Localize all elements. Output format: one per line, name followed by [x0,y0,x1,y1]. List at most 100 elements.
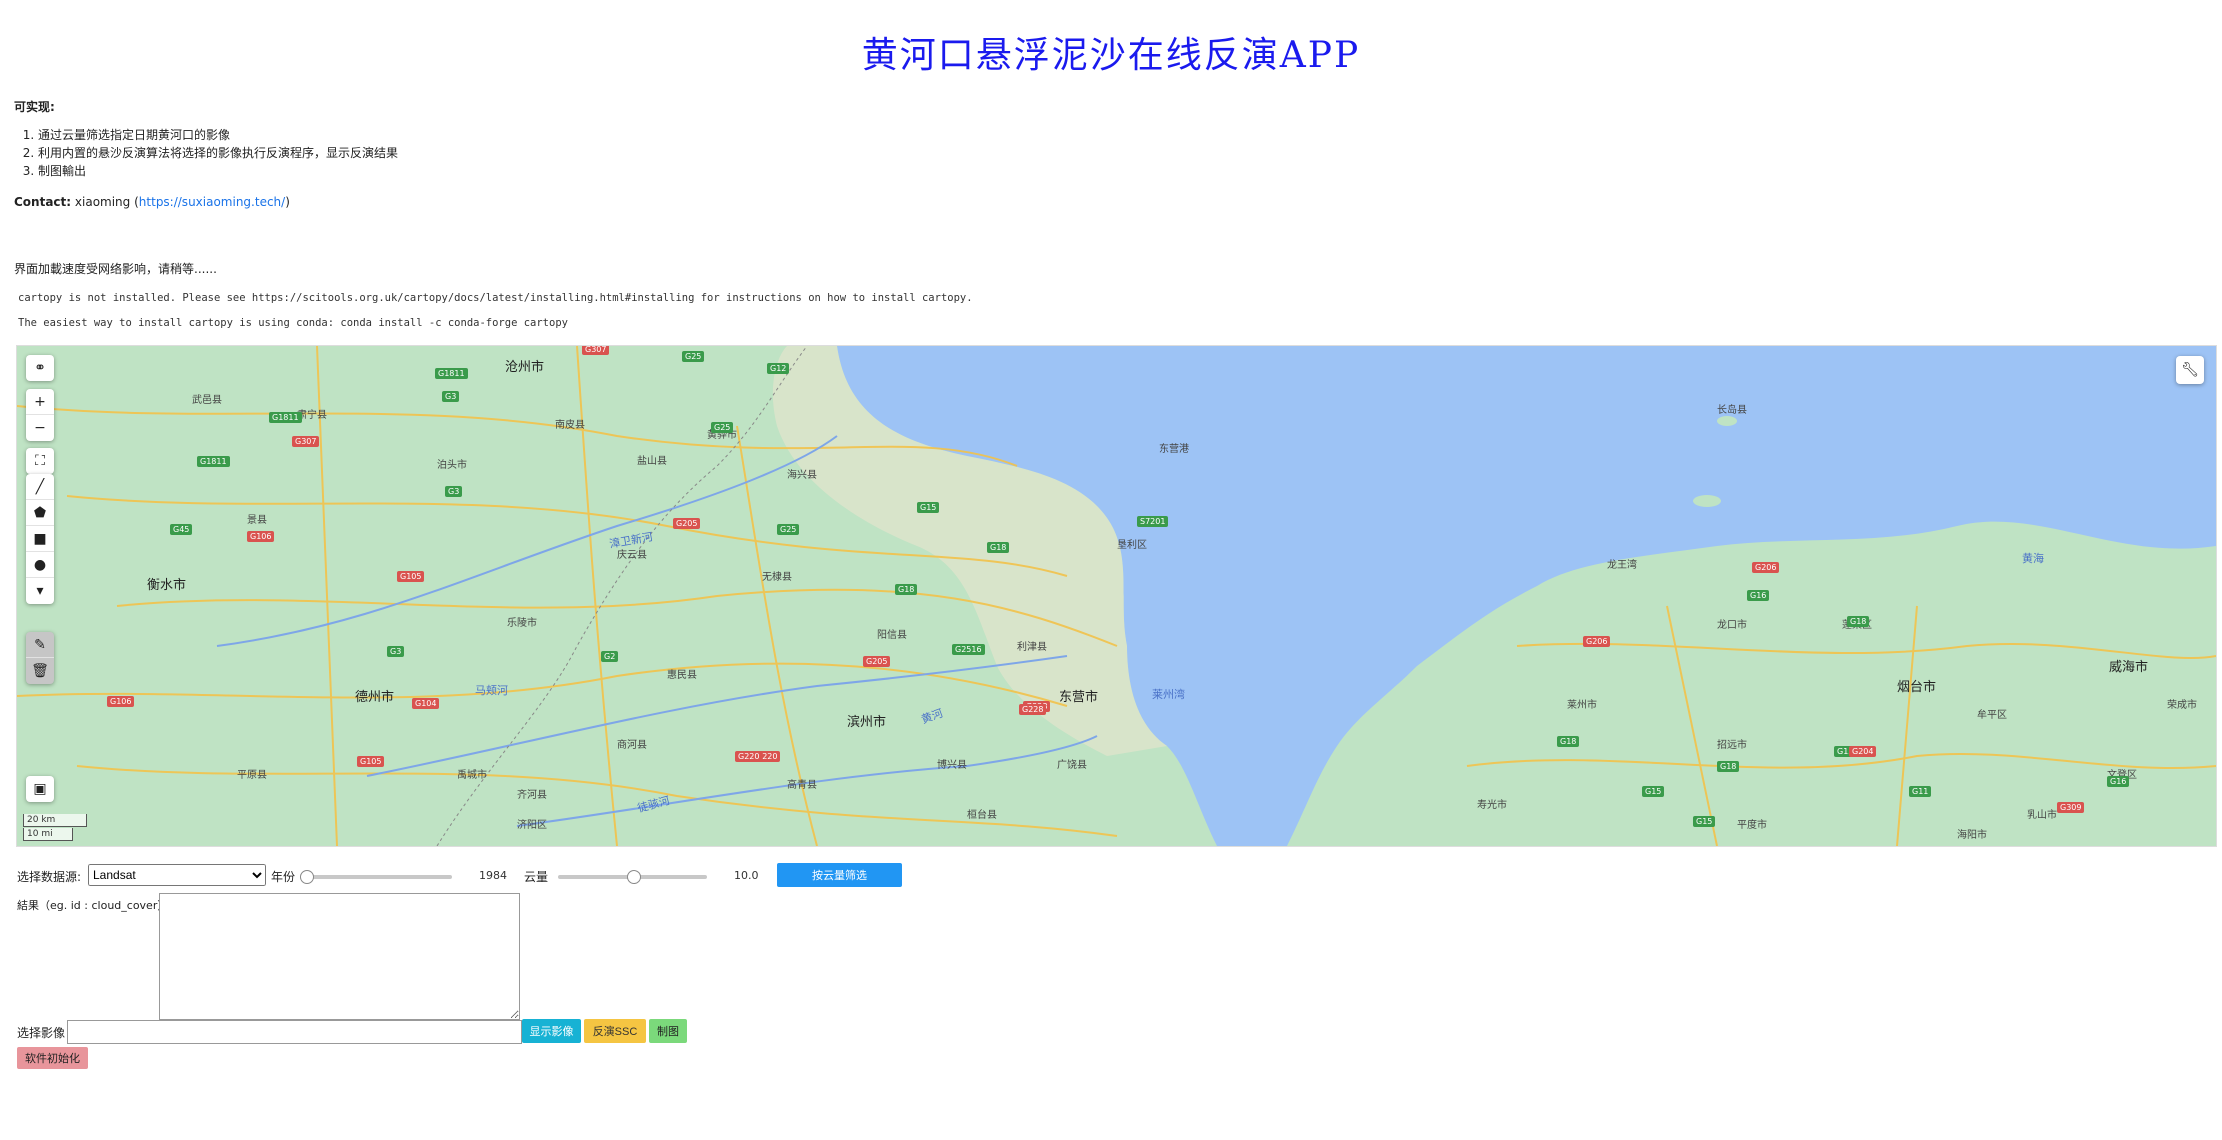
place-label: 南皮县 [555,420,585,431]
highway-shield: G18 [987,542,1010,553]
scale-bar-km: 20 km [23,814,87,827]
cartopy-install-hint: The easiest way to install cartopy is us… [18,317,568,329]
invert-ssc-button[interactable]: 反演SSC [584,1019,646,1043]
highway-shield: G15 [1693,816,1716,827]
feature-item: 制图輸出 [38,162,398,180]
layer-icon[interactable]: ▣ [26,776,54,802]
highway-shield: G307 [292,436,320,447]
bay-label: 龙王湾 [1607,560,1637,571]
draw-toolbar: ╱ ⬟ ■ ● ▾ [26,474,54,604]
highway-shield: G15 [1642,786,1665,797]
features-list: 通过云量筛选指定日期黄河口的影像 利用内置的悬沙反演算法将选择的影像执行反演程序… [26,126,398,180]
place-label: 海兴县 [787,470,817,481]
features-heading: 可实现: [14,100,55,114]
city-label: 滨州市 [847,715,887,730]
cloud-slider-thumb[interactable] [626,870,641,884]
place-label: 乳山市 [2027,810,2057,821]
place-label: 海阳市 [1957,830,1987,841]
result-label: 結果（eg. id : cloud_cover） [17,899,169,912]
place-label: 招远市 [1717,740,1747,751]
highway-shield: G16 [2107,776,2130,787]
highway-shield: G307 [582,346,610,355]
highway-shield: G25 [682,351,705,362]
place-label: 垦利区 [1117,540,1147,551]
city-label: 东营市 [1059,690,1099,705]
place-label: 盐山县 [637,456,667,467]
image-input[interactable] [67,1020,522,1044]
feature-item: 通过云量筛选指定日期黄河口的影像 [38,126,398,144]
show-image-button[interactable]: 显示影像 [522,1019,581,1043]
highway-shield: G18 [1717,761,1740,772]
year-label: 年份 [271,870,296,884]
year-value: 1984 [479,869,507,882]
highway-shield: G11 [1909,786,1932,797]
highway-shield: G1811 [435,368,468,379]
highway-shield: G18 [1847,616,1870,627]
marker-icon[interactable]: ▾ [26,578,54,604]
place-label: 齐河县 [517,790,547,801]
contact-label: Contact: [14,195,72,209]
river-label: 马颊河 [475,684,508,697]
year-slider-thumb[interactable] [300,870,314,884]
place-label: 平度市 [1737,820,1767,831]
map-view[interactable]: 沧州市 衡水市 德州市 滨州市 东营市 烟台市 威海市 漳卫新河 马颊河 徒骇河… [16,345,2217,847]
map-basemap [17,346,2216,846]
place-label: 荣成市 [2167,700,2197,711]
basemap-toolbar: ⚭ [26,355,54,381]
highway-shield: G309 [2057,802,2085,813]
draw-line-icon[interactable]: ╱ [26,474,54,500]
highway-shield: G104 [412,698,440,709]
image-label: 选择影像 [17,1026,66,1040]
place-label: 桓台县 [967,810,997,821]
datasource-select[interactable]: Landsat [88,864,266,886]
city-label: 沧州市 [505,360,545,375]
highway-shield: G206 [1752,562,1780,573]
place-label: 商河县 [617,740,647,751]
scale-bar-mi: 10 mi [23,828,73,841]
city-label: 威海市 [2109,660,2149,675]
place-label: 长岛县 [1717,405,1747,416]
highway-shield: G220 [735,751,763,762]
highway-shield: G205 [673,518,701,529]
filter-by-cloud-button[interactable]: 按云量筛选 [777,863,902,887]
zoom-out-icon[interactable]: − [26,415,54,441]
highway-shield: G105 [357,756,385,767]
place-label: 禹城市 [457,770,487,781]
draw-circle-icon[interactable]: ● [26,552,54,578]
globe-icon[interactable]: ⚭ [26,355,54,381]
city-label: 衡水市 [147,578,187,593]
place-label: 武邑县 [192,395,222,406]
loading-notice: 界面加載速度受网络影响，请稍等...... [14,262,217,276]
cloud-value: 10.0 [734,869,759,882]
page-title: 黄河口悬浮泥沙在线反演APP [861,35,1361,76]
year-slider[interactable] [300,870,452,884]
feature-item: 利用内置的悬沙反演算法将选择的影像执行反演程序，显示反演结果 [38,144,398,162]
edit-toolbar: ✎ 🗑︎ [26,632,54,684]
bay-label: 莱州湾 [1152,688,1185,701]
fullscreen-icon[interactable]: ⛶ [26,448,54,474]
place-label: 阳信县 [877,630,907,641]
zoom-in-icon[interactable]: + [26,389,54,415]
draw-polygon-icon[interactable]: ⬟ [26,500,54,526]
wrench-icon[interactable]: 🔧︎ [2176,356,2204,384]
edit-icon[interactable]: ✎ [26,632,54,658]
city-label: 德州市 [355,690,395,705]
cloud-label: 云量 [524,870,549,884]
cloud-slider[interactable] [558,870,707,884]
highway-shield: G2516 [952,644,985,655]
result-textarea[interactable] [159,893,520,1020]
highway-shield: G204 [1849,746,1877,757]
place-label: 无棣县 [762,572,792,583]
place-label: 博兴县 [937,760,967,771]
draw-rectangle-icon[interactable]: ■ [26,526,54,552]
highway-shield: G25 [777,524,800,535]
highway-shield: G228 [1019,704,1047,715]
reset-software-button[interactable]: 软件初始化 [17,1047,88,1069]
highway-shield: G18 [1557,736,1580,747]
highway-shield: G45 [170,524,193,535]
zoom-toolbar: + − [26,389,54,441]
make-map-button[interactable]: 制图 [649,1019,687,1043]
highway-shield: G25 [711,422,734,433]
contact-link[interactable]: https://suxiaoming.tech/ [139,195,285,209]
trash-icon[interactable]: 🗑︎ [26,658,54,684]
